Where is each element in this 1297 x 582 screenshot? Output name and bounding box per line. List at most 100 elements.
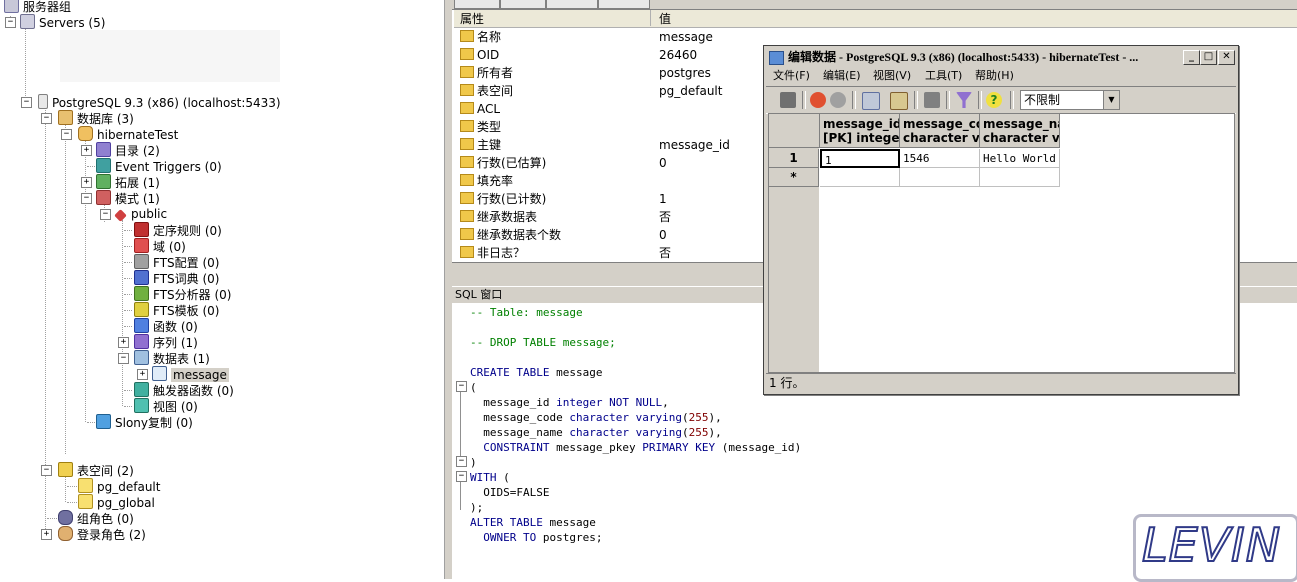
save-icon[interactable]	[780, 92, 796, 108]
property-row[interactable]: 名称 message	[454, 28, 1297, 46]
tree-tables[interactable]: 数据表 (1)	[134, 350, 210, 366]
column-header[interactable]: message_na character va	[980, 114, 1060, 148]
paste-icon[interactable]	[890, 92, 908, 110]
minimize-button[interactable]: _	[1183, 50, 1200, 65]
menu-view[interactable]: 视图(V)	[873, 67, 911, 85]
row-header[interactable]: 1	[769, 149, 819, 168]
trigger-function-icon	[134, 382, 149, 397]
grid-cell[interactable]: Hello World	[980, 149, 1060, 168]
fts-config-icon	[134, 254, 149, 269]
tree-fts-config[interactable]: FTS配置 (0)	[134, 254, 219, 270]
filter-icon[interactable]	[956, 92, 972, 108]
header-property[interactable]: 属性	[460, 11, 484, 27]
grid-cell[interactable]	[820, 168, 900, 187]
grid-cell[interactable]: 1	[820, 149, 900, 168]
tree-server-postgresql[interactable]: PostgreSQL 9.3 (x86) (localhost:5433)	[38, 94, 281, 110]
sql-line: )	[470, 456, 477, 469]
tree-tablespaces[interactable]: 表空间 (2)	[58, 462, 134, 478]
property-icon	[460, 30, 474, 42]
tree-databases[interactable]: 数据库 (3)	[58, 110, 134, 126]
row-limit-select[interactable]: 不限制 ▼	[1020, 90, 1120, 110]
expand-message-toggle[interactable]: +	[137, 369, 148, 380]
tree-db-hibernatetest[interactable]: hibernateTest	[78, 126, 178, 142]
tab-dependencies[interactable]	[546, 0, 598, 9]
expand-tables-toggle[interactable]: −	[118, 353, 129, 364]
expand-databases-toggle[interactable]: −	[41, 113, 52, 124]
expand-public-toggle[interactable]: −	[100, 209, 111, 220]
tree-sequences[interactable]: 序列 (1)	[134, 334, 198, 350]
maximize-button[interactable]: □	[1200, 50, 1217, 65]
menu-tools[interactable]: 工具(T)	[925, 67, 962, 85]
row-header-new[interactable]: *	[769, 168, 819, 187]
fold-close-toggle[interactable]: −	[456, 456, 467, 467]
sql-line: OIDS=FALSE	[483, 486, 550, 499]
column-header[interactable]: message_co character va	[900, 114, 980, 148]
tree-views[interactable]: 视图 (0)	[134, 398, 198, 414]
tree-extensions[interactable]: 拓展 (1)	[96, 174, 160, 190]
sql-line: WITH (	[470, 471, 510, 484]
tree-fts-dict[interactable]: FTS词典 (0)	[134, 270, 219, 286]
tree-trigger-functions[interactable]: 触发器函数 (0)	[134, 382, 234, 398]
property-key: 继承数据表	[460, 208, 537, 226]
property-icon	[460, 138, 474, 150]
tree-schemas[interactable]: 模式 (1)	[96, 190, 160, 206]
menu-help[interactable]: 帮助(H)	[975, 67, 1014, 85]
expand-db-toggle[interactable]: −	[61, 129, 72, 140]
edit-data-titlebar[interactable]: 编辑数据 - PostgreSQL 9.3 (x86) (localhost:5…	[766, 48, 1236, 67]
tab-dependents[interactable]	[598, 0, 650, 9]
tree-fts-template[interactable]: FTS模板 (0)	[134, 302, 219, 318]
undo-icon[interactable]	[830, 92, 846, 108]
refresh-icon[interactable]	[810, 92, 826, 108]
column-header[interactable]: message_id [PK] integer	[820, 114, 900, 148]
tree-pg-default[interactable]: pg_default	[78, 478, 160, 494]
expand-extensions-toggle[interactable]: +	[81, 177, 92, 188]
tab-properties[interactable]	[454, 0, 500, 9]
expand-schemas-toggle[interactable]: −	[81, 193, 92, 204]
tree-event-triggers[interactable]: Event Triggers (0)	[96, 158, 222, 174]
tree-servers[interactable]: Servers (5)	[20, 14, 105, 30]
fts-parser-icon	[134, 286, 149, 301]
copy-icon[interactable]	[862, 92, 880, 110]
tree-slony[interactable]: Slony复制 (0)	[96, 414, 193, 430]
fold-with-toggle[interactable]: −	[456, 471, 467, 482]
database-icon	[78, 126, 93, 141]
delete-icon[interactable]	[924, 92, 940, 108]
sql-line: message_name character varying(255),	[483, 426, 722, 439]
fts-dictionary-icon	[134, 270, 149, 285]
expand-sequences-toggle[interactable]: +	[118, 337, 129, 348]
property-key: 所有者	[460, 64, 513, 82]
grid-cell[interactable]: 1546	[900, 149, 980, 168]
property-icon	[460, 174, 474, 186]
tree-group-roles[interactable]: 组角色 (0)	[58, 510, 134, 526]
grid-cell[interactable]	[900, 168, 980, 187]
tree-table-message[interactable]: message	[152, 366, 229, 382]
expand-catalogs-toggle[interactable]: +	[81, 145, 92, 156]
chevron-down-icon[interactable]: ▼	[1103, 91, 1119, 109]
expand-login-roles-toggle[interactable]: +	[41, 529, 52, 540]
grid-cell[interactable]	[980, 168, 1060, 187]
menu-edit[interactable]: 编辑(E)	[823, 67, 861, 85]
tree-schema-public[interactable]: public	[114, 206, 167, 222]
tree-fts-parser[interactable]: FTS分析器 (0)	[134, 286, 231, 302]
sql-line: -- Table: message	[470, 306, 583, 319]
help-icon[interactable]: ?	[986, 92, 1002, 108]
property-icon	[460, 192, 474, 204]
tree-login-roles[interactable]: 登录角色 (2)	[58, 526, 146, 542]
expand-servers-toggle[interactable]: −	[5, 17, 16, 28]
tab-statistics[interactable]	[500, 0, 546, 9]
tree-domains[interactable]: 域 (0)	[134, 238, 186, 254]
menu-file[interactable]: 文件(F)	[773, 67, 810, 85]
tree-collations[interactable]: 定序规则 (0)	[134, 222, 222, 238]
expand-server-toggle[interactable]: −	[21, 97, 32, 108]
header-value[interactable]: 值	[659, 11, 671, 27]
property-icon	[460, 84, 474, 96]
close-button[interactable]: ✕	[1218, 50, 1235, 65]
tree-server-group[interactable]: 服务器组	[4, 0, 71, 14]
tree-catalogs[interactable]: 目录 (2)	[96, 142, 160, 158]
sql-line: message_code character varying(255),	[483, 411, 722, 424]
sql-line: (	[470, 381, 477, 394]
fold-create-table-toggle[interactable]: −	[456, 381, 467, 392]
tree-pg-global[interactable]: pg_global	[78, 494, 155, 510]
tree-functions[interactable]: 函数 (0)	[134, 318, 198, 334]
expand-tablespaces-toggle[interactable]: −	[41, 465, 52, 476]
